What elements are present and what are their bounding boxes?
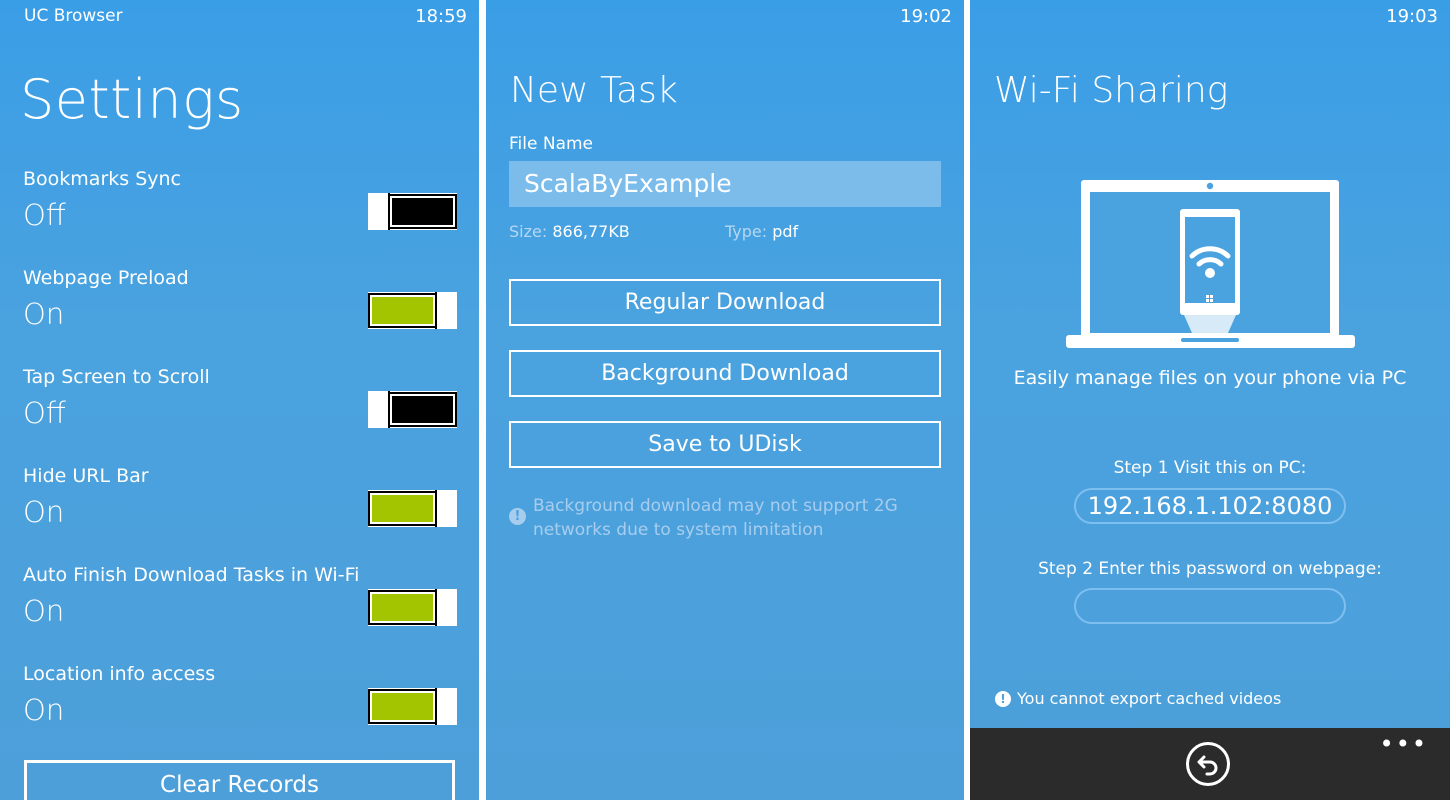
file-name-input[interactable]: ScalaByExample (509, 161, 941, 207)
wifi-caption: Easily manage files on your phone via PC (1013, 367, 1407, 389)
bookmarks-sync-toggle[interactable] (368, 193, 457, 230)
app-name: UC Browser (24, 6, 123, 26)
setting-label: Hide URL Bar (23, 465, 149, 487)
download-notice: ! Background download may not support 2G… (509, 494, 909, 542)
back-button[interactable] (1186, 742, 1230, 786)
page-title: Wi-Fi Sharing (994, 70, 1229, 111)
pc-address-field: 192.168.1.102:8080 (1074, 488, 1346, 524)
back-icon (1197, 755, 1218, 776)
type-value: pdf (772, 222, 799, 241)
setting-location-info-access: Location info access On (0, 663, 479, 762)
setting-value: Off (23, 396, 66, 430)
save-to-udisk-button[interactable]: Save to UDisk (509, 421, 941, 468)
size-label: Size: (509, 222, 548, 241)
info-icon: ! (509, 508, 526, 525)
setting-tap-screen-to-scroll: Tap Screen to Scroll Off (0, 366, 479, 465)
hide-url-bar-toggle[interactable] (368, 490, 457, 527)
status-time: 19:03 (1386, 6, 1438, 27)
status-time: 19:02 (900, 6, 952, 27)
setting-bookmarks-sync: Bookmarks Sync Off (0, 168, 479, 267)
notice-text: Background download may not support 2G n… (533, 496, 898, 540)
setting-label: Bookmarks Sync (23, 168, 181, 190)
page-title: Settings (20, 68, 244, 131)
laptop-phone-illustration-icon (1066, 180, 1355, 348)
setting-label: Auto Finish Download Tasks in Wi-Fi (23, 564, 360, 586)
setting-label: Location info access (23, 663, 216, 685)
settings-screen: UC Browser 18:59 Settings Bookmarks Sync… (0, 0, 479, 800)
type-label: Type: (725, 222, 768, 241)
screen-divider (479, 0, 486, 800)
step-2-label: Step 2 Enter this password on webpage: (1038, 559, 1382, 579)
warning-text: You cannot export cached videos (1017, 689, 1282, 708)
step-1-label: Step 1 Visit this on PC: (1113, 458, 1307, 478)
setting-value: On (23, 297, 65, 331)
webpage-preload-toggle[interactable] (368, 292, 457, 329)
size-value: 866,77KB (552, 222, 630, 241)
cached-videos-warning: ! You cannot export cached videos (995, 689, 1281, 708)
setting-webpage-preload: Webpage Preload On (0, 267, 479, 366)
setting-auto-finish-download: Auto Finish Download Tasks in Wi-Fi On (0, 564, 479, 663)
setting-value: On (23, 495, 65, 529)
password-field (1074, 588, 1346, 624)
info-icon: ! (995, 691, 1011, 707)
background-download-button[interactable]: Background Download (509, 350, 941, 397)
file-name-label: File Name (509, 134, 594, 154)
more-options-button[interactable]: ••• (1380, 730, 1428, 758)
setting-label: Tap Screen to Scroll (23, 366, 210, 388)
status-time: 18:59 (415, 6, 467, 27)
setting-value: On (23, 594, 65, 628)
app-bar: ••• (970, 728, 1450, 800)
setting-value: Off (23, 198, 66, 232)
tap-screen-to-scroll-toggle[interactable] (368, 391, 457, 428)
clear-records-button[interactable]: Clear Records (24, 760, 455, 800)
file-size: Size: 866,77KB (509, 222, 630, 241)
wifi-sharing-screen: 19:03 Wi-Fi Sharing Easily manage files … (970, 0, 1450, 800)
setting-value: On (23, 693, 65, 727)
setting-hide-url-bar: Hide URL Bar On (0, 465, 479, 564)
setting-label: Webpage Preload (23, 267, 189, 289)
page-title: New Task (510, 70, 678, 111)
auto-finish-download-toggle[interactable] (368, 589, 457, 626)
file-type: Type: pdf (725, 222, 798, 241)
regular-download-button[interactable]: Regular Download (509, 279, 941, 326)
new-task-screen: 19:02 New Task File Name ScalaByExample … (486, 0, 964, 800)
location-info-access-toggle[interactable] (368, 688, 457, 725)
